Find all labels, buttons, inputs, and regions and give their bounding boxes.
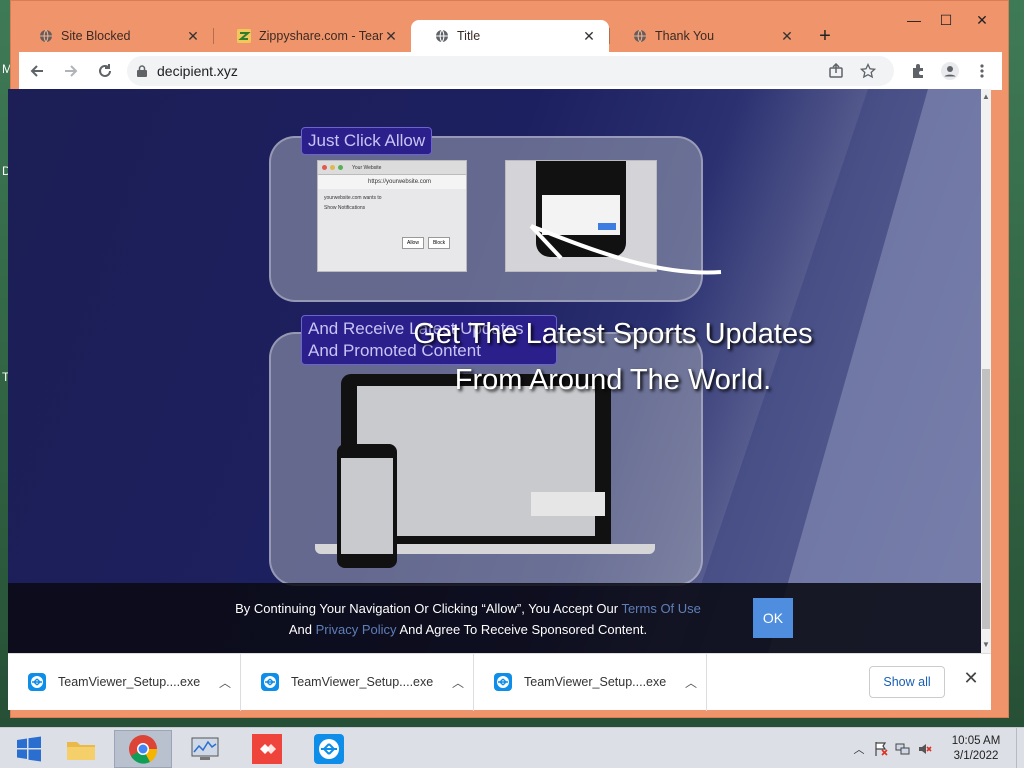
teamviewer-icon[interactable] bbox=[300, 730, 358, 768]
phone-illustration bbox=[337, 444, 397, 568]
headline-line: Get The Latest Sports Updates bbox=[413, 318, 813, 350]
teamviewer-icon bbox=[28, 673, 46, 691]
scroll-thumb[interactable] bbox=[982, 369, 990, 629]
zippyshare-favicon bbox=[237, 29, 251, 43]
minimize-button[interactable]: — bbox=[898, 9, 930, 31]
tab-zippyshare[interactable]: Zippyshare.com - TeamV ✕ bbox=[213, 20, 411, 52]
terms-of-use-link[interactable]: Terms Of Use bbox=[621, 601, 700, 616]
consent-text: By Continuing Your Navigation Or Clickin… bbox=[208, 598, 728, 640]
teamviewer-icon bbox=[494, 673, 512, 691]
download-bar: TeamViewer_Setup....exe ︿ TeamViewer_Set… bbox=[8, 653, 991, 711]
download-filename: TeamViewer_Setup....exe bbox=[524, 675, 667, 689]
tab-close-icon[interactable]: ✕ bbox=[185, 28, 201, 45]
privacy-policy-link[interactable]: Privacy Policy bbox=[316, 622, 397, 637]
consent-text-part: By Continuing Your Navigation Or Clickin… bbox=[235, 601, 622, 616]
tab-label: Zippyshare.com - TeamV bbox=[259, 29, 383, 43]
mini-prompt-text: yourwebsite.com wants to bbox=[324, 195, 382, 201]
allow-instruction-card: Your Website https://yourwebsite.com you… bbox=[269, 136, 722, 302]
ok-button[interactable]: OK bbox=[753, 598, 793, 638]
card-label-allow: Just Click Allow bbox=[301, 127, 433, 155]
download-item[interactable]: TeamViewer_Setup....exe ︿ bbox=[8, 653, 241, 711]
close-icon[interactable]: ✕ bbox=[959, 668, 983, 696]
windows-start-icon[interactable] bbox=[0, 730, 58, 768]
extensions-icon[interactable] bbox=[902, 56, 934, 86]
teamviewer-icon bbox=[261, 673, 279, 691]
scroll-down-icon[interactable]: ▼ bbox=[981, 639, 991, 651]
system-tray: ︿ 10:05 AM 3/1/2022 bbox=[848, 728, 1024, 768]
chevron-up-icon[interactable]: ︿ bbox=[848, 739, 870, 759]
globe-icon bbox=[634, 29, 646, 43]
consent-text-part: And Agree To Receive Sponsored Content. bbox=[396, 622, 648, 637]
new-tab-button[interactable]: + bbox=[807, 20, 843, 52]
scroll-up-icon[interactable]: ▲ bbox=[981, 91, 991, 103]
address-bar[interactable]: decipient.xyz bbox=[127, 56, 894, 86]
forward-icon[interactable] bbox=[55, 55, 87, 87]
mini-option: Show Notifications bbox=[324, 205, 366, 211]
clock-date: 3/1/2022 bbox=[953, 749, 999, 762]
mini-block-button: Block bbox=[427, 237, 451, 249]
tab-close-icon[interactable]: ✕ bbox=[779, 28, 795, 45]
lock-icon bbox=[137, 65, 147, 77]
chrome-icon[interactable] bbox=[114, 730, 172, 768]
globe-icon bbox=[436, 29, 448, 43]
tab-strip: Site Blocked ✕ Zippyshare.com - TeamV ✕ … bbox=[15, 20, 875, 52]
chevron-up-icon[interactable]: ︿ bbox=[443, 674, 473, 691]
consent-banner: By Continuing Your Navigation Or Clickin… bbox=[8, 583, 981, 653]
show-all-button[interactable]: Show all bbox=[869, 666, 945, 698]
tab-label: Thank You bbox=[655, 29, 715, 43]
chevron-up-icon[interactable]: ︿ bbox=[676, 674, 706, 691]
network-icon[interactable] bbox=[892, 739, 914, 759]
tab-close-icon[interactable]: ✕ bbox=[581, 28, 597, 45]
url-text: decipient.xyz bbox=[157, 63, 238, 79]
file-explorer-icon[interactable] bbox=[52, 730, 110, 768]
globe-icon bbox=[40, 29, 52, 43]
tab-close-icon[interactable]: ✕ bbox=[383, 28, 399, 45]
show-desktop-button[interactable] bbox=[1016, 728, 1024, 768]
browser-prompt-illustration: Your Website https://yourwebsite.com you… bbox=[317, 160, 467, 272]
tab-title[interactable]: Title ✕ bbox=[411, 20, 609, 52]
arrow-illustration bbox=[529, 224, 722, 275]
web-page: Your Website https://yourwebsite.com you… bbox=[8, 89, 981, 653]
download-item[interactable]: TeamViewer_Setup....exe ︿ bbox=[241, 653, 474, 711]
profile-icon[interactable] bbox=[934, 56, 966, 86]
star-icon[interactable] bbox=[852, 56, 884, 86]
taskbar: ︿ 10:05 AM 3/1/2022 bbox=[0, 727, 1024, 768]
browser-toolbar: decipient.xyz bbox=[19, 52, 1002, 90]
mini-site-label: Your Website bbox=[352, 164, 382, 171]
back-icon[interactable] bbox=[21, 55, 53, 87]
download-item[interactable]: TeamViewer_Setup....exe ︿ bbox=[474, 653, 707, 711]
download-filename: TeamViewer_Setup....exe bbox=[291, 675, 434, 689]
performance-monitor-icon[interactable] bbox=[176, 730, 234, 768]
mini-allow-button: Allow bbox=[402, 237, 424, 249]
download-filename: TeamViewer_Setup....exe bbox=[58, 675, 201, 689]
chevron-up-icon[interactable]: ︿ bbox=[210, 674, 240, 691]
volume-muted-icon[interactable] bbox=[914, 739, 936, 759]
action-center-flag-icon[interactable] bbox=[870, 739, 892, 759]
tab-label: Site Blocked bbox=[61, 29, 131, 43]
share-icon[interactable] bbox=[820, 56, 852, 86]
maximize-button[interactable]: ☐ bbox=[930, 9, 962, 31]
reload-icon[interactable] bbox=[89, 55, 121, 87]
consent-text-part: And bbox=[288, 622, 316, 637]
tab-thank-you[interactable]: Thank You ✕ bbox=[609, 20, 807, 52]
anydesk-icon[interactable] bbox=[238, 730, 296, 768]
headline-line: From Around The World. bbox=[454, 364, 772, 396]
window-controls: — ☐ ✕ bbox=[898, 9, 1002, 31]
page-headline: Get The Latest Sports Updates From Aroun… bbox=[368, 311, 858, 403]
close-window-button[interactable]: ✕ bbox=[962, 9, 1002, 31]
clock-time: 10:05 AM bbox=[951, 734, 1001, 747]
menu-icon[interactable] bbox=[966, 56, 998, 86]
tab-label: Title bbox=[457, 29, 481, 43]
page-scrollbar[interactable]: ▲ ▼ bbox=[981, 89, 991, 653]
tab-site-blocked[interactable]: Site Blocked ✕ bbox=[15, 20, 213, 52]
mini-url: https://yourwebsite.com bbox=[318, 175, 466, 189]
toolbar-right bbox=[902, 56, 998, 86]
clock[interactable]: 10:05 AM 3/1/2022 bbox=[936, 734, 1016, 764]
